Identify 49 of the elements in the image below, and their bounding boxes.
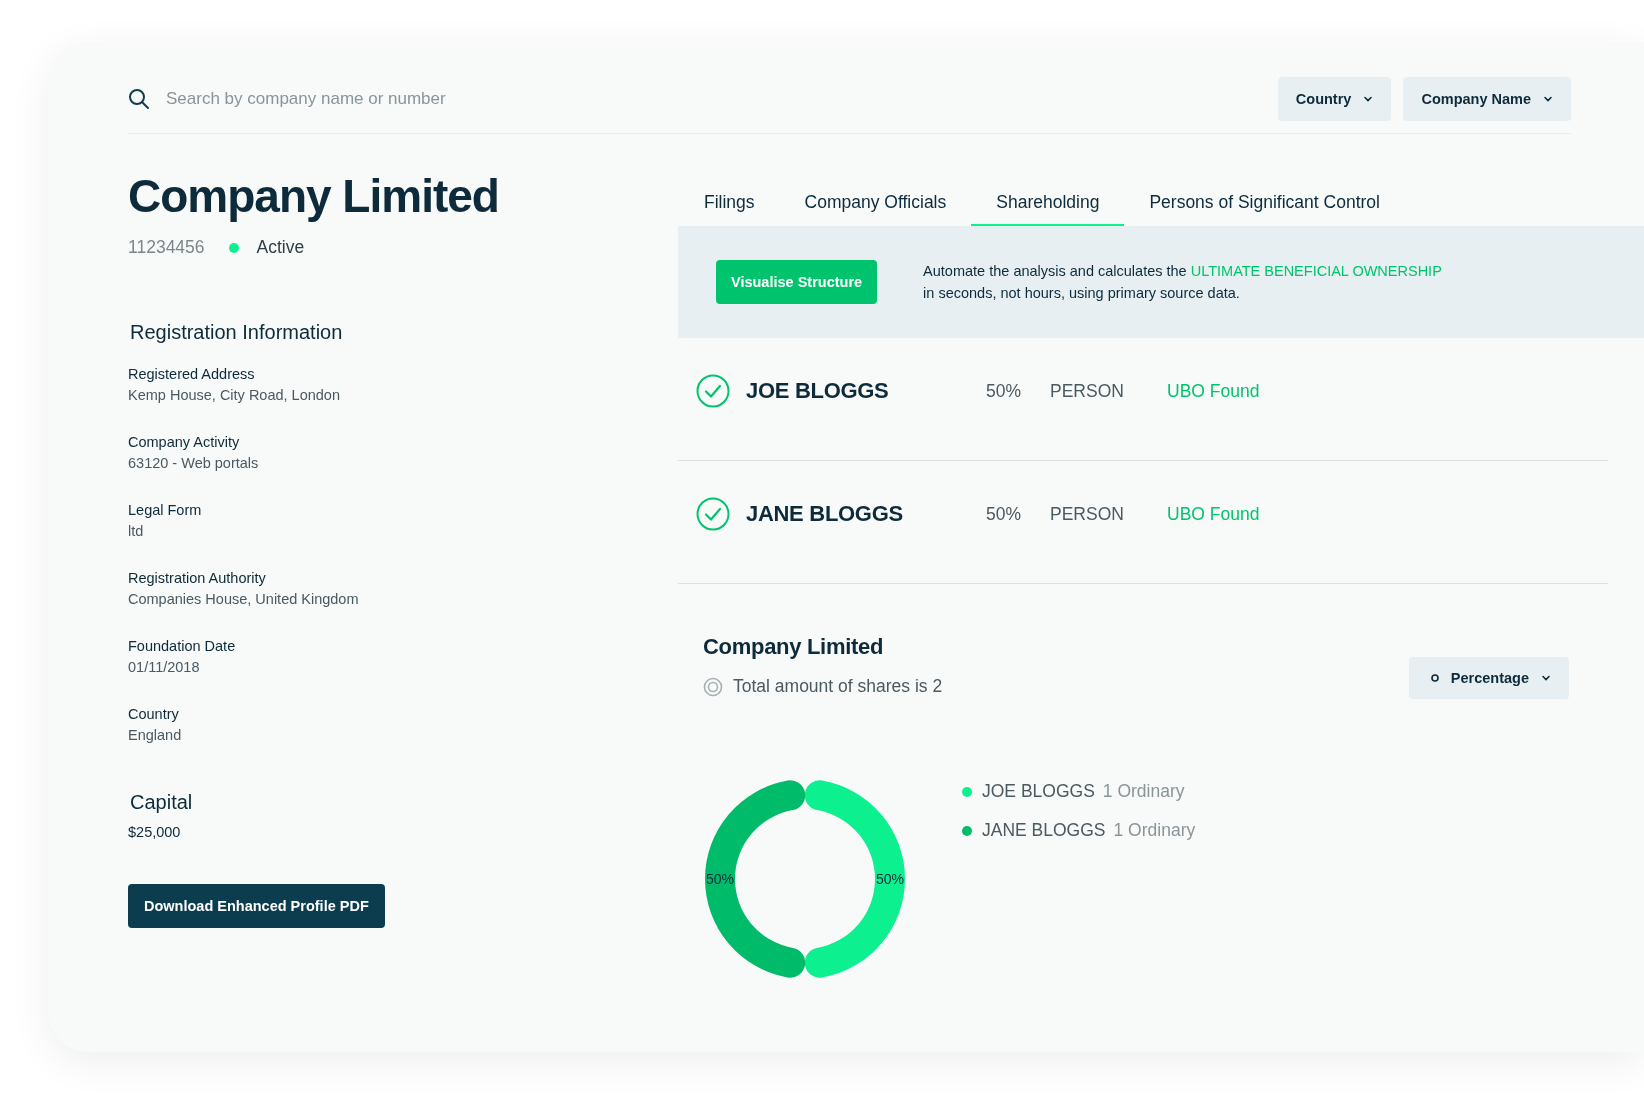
check-circle-icon [696,374,730,408]
ubo-status: UBO Found [1167,503,1260,525]
target-icon [703,676,723,697]
field-value: 01/11/2018 [128,658,201,677]
legend-detail: 1 Ordinary [1113,820,1196,841]
chart-title: Company Limited [703,634,885,660]
legend-name: JOE BLOGGS [982,781,1095,802]
company-number: 11234456 [128,237,205,258]
filter-dropdown[interactable]: Country [1277,76,1392,121]
tab[interactable]: Filings [704,180,780,226]
shareholder-name: JOE BLOGGS [746,378,890,404]
status-label: Active [256,237,305,258]
section-heading: Registration Information [129,320,344,345]
field-label: Registered Address [128,365,256,384]
value-label: 50% [876,871,904,887]
field-label: Company Activity [128,433,241,452]
capital-value: $25,000 [128,824,182,840]
status-dot [228,242,239,253]
field-value: Kemp House, City Road, London [128,386,341,405]
check-circle-icon [696,497,730,531]
search-icon [128,87,150,110]
field-label: Country [128,705,180,724]
field-label: Legal Form [128,501,203,520]
field-value: England [128,726,183,745]
shareholder-type: PERSON [1050,503,1125,525]
section-heading: Capital [129,790,194,815]
field-label: Registration Authority [128,569,267,588]
tab[interactable]: Persons of Significant Control [1124,180,1405,226]
legend-detail: 1 Ordinary [1102,781,1185,802]
company-title: Company Limited [128,169,500,224]
download-button[interactable]: Download Enhanced Profile PDF [128,884,385,928]
shareholder-name: JANE BLOGGS [746,501,904,527]
ubo-status: UBO Found [1167,380,1260,402]
share-percent: 50% [986,380,1023,402]
share-percent: 50% [986,503,1023,525]
value-label: 50% [706,871,734,887]
legend-name: JANE BLOGGS [982,820,1106,841]
banner-text: Automate the analysis and calculates the ULTIMATE BENEFICIAL OWNERSHIP in seconds, not hours, using primary source data. [923,262,1442,303]
tab[interactable]: Company Officials [779,180,972,226]
field-value: Companies House, United Kingdom [128,590,360,609]
view-dropdown[interactable]: Percentage [1408,657,1569,699]
chevron-down-icon [1541,673,1551,683]
filter-dropdown[interactable]: Company Name [1403,76,1571,121]
field-label: Foundation Date [128,637,237,656]
shareholder-type: PERSON [1050,380,1125,402]
shares-total: Total amount of shares is 2 [733,676,943,697]
circle-icon [1430,674,1439,682]
field-value: 63120 - Web portals [128,454,260,473]
field-value: ltd [128,522,145,541]
